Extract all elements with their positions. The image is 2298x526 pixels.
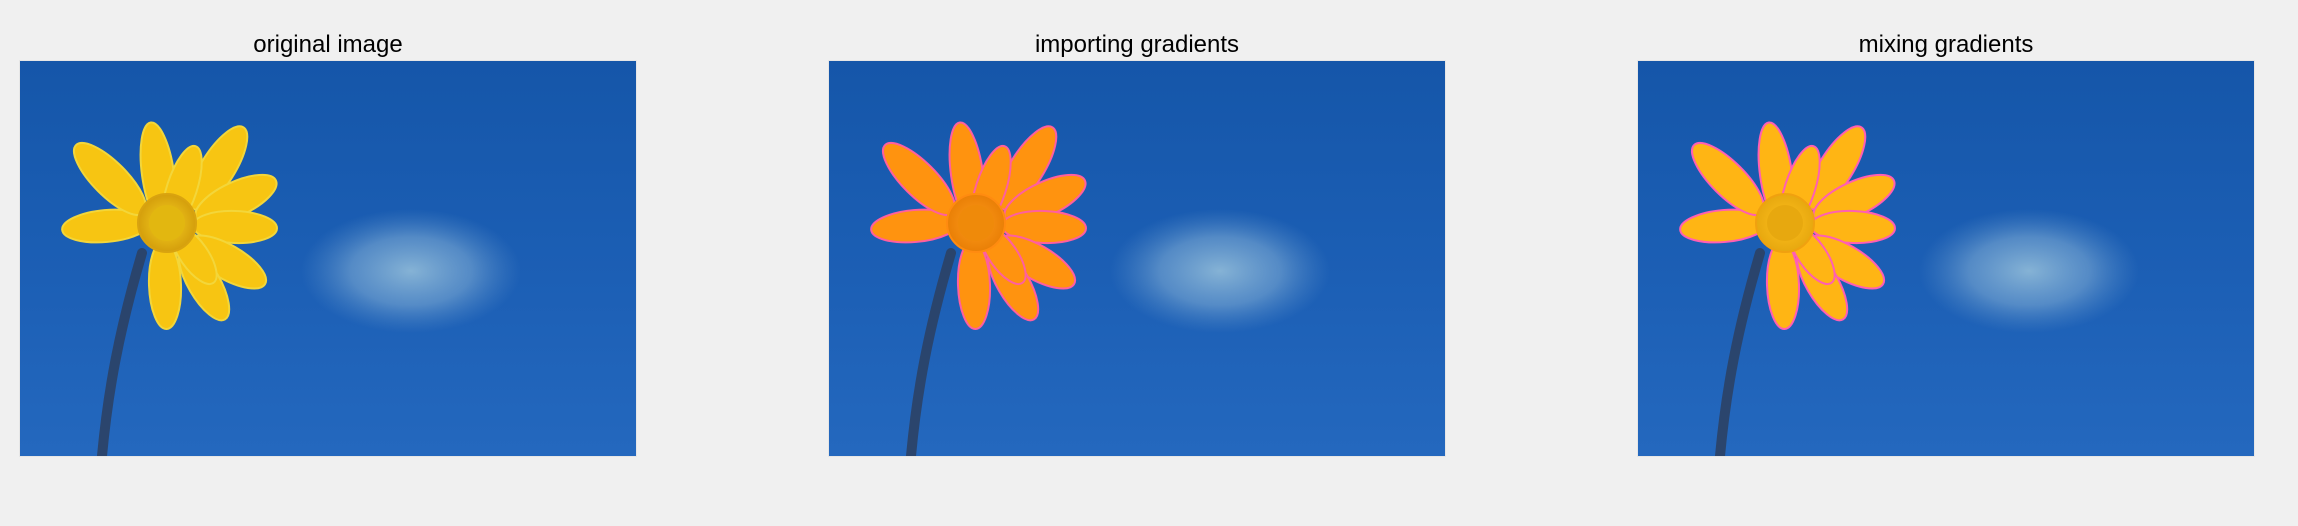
panel-title: mixing gradients [1858, 31, 2034, 58]
panel-mixing-gradients: mixing gradients [1638, 0, 2254, 526]
flower-scene [1638, 61, 2254, 456]
flower-image-importing [829, 61, 1445, 456]
panel-title: importing gradients [1034, 31, 1240, 58]
panel-original-image: original image [20, 0, 636, 526]
panel-importing-gradients: importing gradients [829, 0, 1445, 526]
flower-image-mixing [1638, 61, 2254, 456]
panel-title: original image [253, 31, 403, 58]
flower-scene [829, 61, 1445, 456]
flower-scene [20, 61, 636, 456]
flower-image-original [20, 61, 636, 456]
